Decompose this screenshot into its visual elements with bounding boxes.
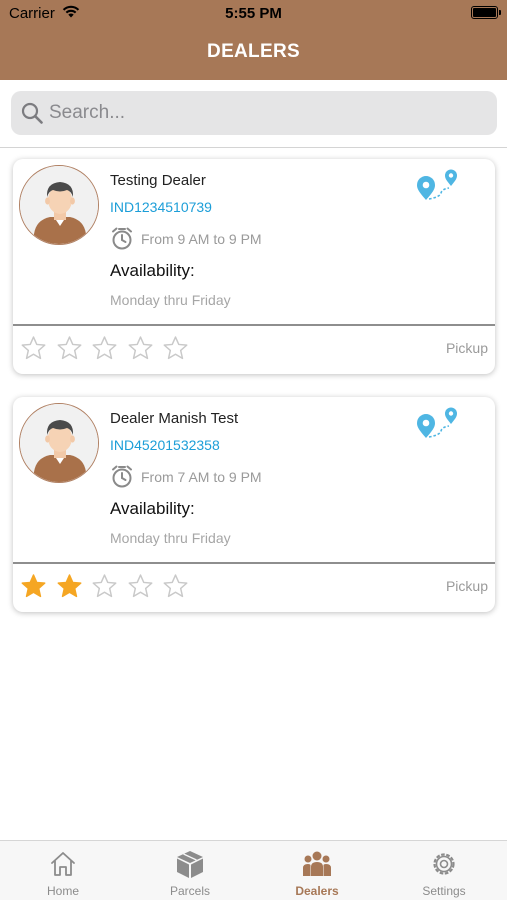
dealer-card[interactable]: Dealer Manish Test IND45201532358 From 7… [13, 397, 495, 612]
card-divider [13, 562, 495, 564]
tab-dealers[interactable]: Dealers [254, 841, 380, 900]
search-input[interactable] [49, 91, 489, 135]
dealer-card[interactable]: Testing Dealer IND1234510739 From 9 AM t… [13, 159, 495, 374]
search-box[interactable] [11, 91, 497, 135]
tab-dealers-label: Dealers [295, 884, 339, 898]
status-time: 5:55 PM [225, 5, 282, 22]
star-empty-icon[interactable] [127, 335, 154, 362]
availability-label: Availability: [110, 261, 195, 280]
availability-label: Availability: [110, 499, 195, 518]
search-icon [21, 102, 43, 124]
star-rating[interactable] [20, 335, 198, 365]
alarm-clock-icon [112, 465, 132, 488]
tab-bar: Home Parcels Dealers Settings [0, 840, 507, 900]
service-type-label: Pickup [445, 578, 488, 594]
dealer-code[interactable]: IND1234510739 [110, 199, 212, 215]
star-rating[interactable] [20, 573, 198, 603]
search-bar [0, 80, 507, 148]
dealer-hours: From 7 AM to 9 PM [141, 469, 262, 485]
tab-parcels-label: Parcels [169, 884, 210, 898]
dealer-hours: From 9 AM to 9 PM [141, 231, 262, 247]
settings-gear-icon [433, 853, 455, 875]
star-empty-icon[interactable] [162, 335, 189, 362]
tab-home[interactable]: Home [0, 841, 126, 900]
star-filled-icon[interactable] [56, 573, 83, 600]
tab-parcels[interactable]: Parcels [127, 841, 253, 900]
star-empty-icon[interactable] [91, 573, 118, 600]
tab-home-label: Home [46, 884, 79, 898]
star-empty-icon[interactable] [20, 335, 47, 362]
dealer-name: Dealer Manish Test [110, 410, 239, 427]
map-route-icon[interactable] [414, 405, 462, 441]
availability-days: Monday thru Friday [110, 530, 231, 546]
parcels-box-icon [177, 851, 203, 878]
dealer-code[interactable]: IND45201532358 [110, 437, 220, 453]
dealer-avatar [19, 403, 99, 483]
availability-days: Monday thru Friday [110, 292, 231, 308]
dealer-avatar [19, 165, 99, 245]
star-empty-icon[interactable] [127, 573, 154, 600]
star-empty-icon[interactable] [91, 335, 118, 362]
star-empty-icon[interactable] [162, 573, 189, 600]
tab-settings-label: Settings [422, 884, 466, 898]
home-icon [51, 852, 75, 876]
tab-settings[interactable]: Settings [381, 841, 507, 900]
alarm-clock-icon [112, 227, 132, 250]
dealers-group-icon [303, 851, 331, 876]
page-title: DEALERS [207, 41, 300, 62]
service-type-label: Pickup [445, 340, 488, 356]
battery-icon [471, 6, 501, 19]
status-bar: Carrier 5:55 PM [0, 0, 507, 28]
star-empty-icon[interactable] [56, 335, 83, 362]
map-route-icon[interactable] [414, 167, 462, 203]
app-header: Carrier 5:55 PM DEALERS [0, 0, 507, 80]
star-filled-icon[interactable] [20, 573, 47, 600]
dealer-name: Testing Dealer [110, 172, 206, 189]
card-divider [13, 324, 495, 326]
